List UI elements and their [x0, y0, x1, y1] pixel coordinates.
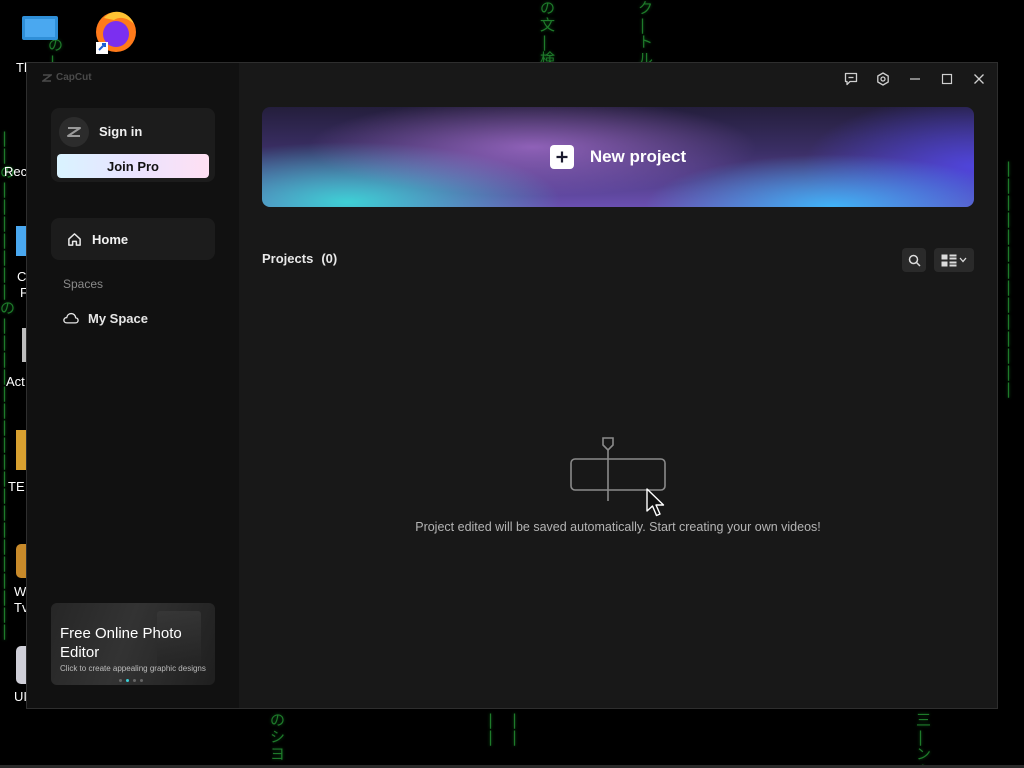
projects-label: Projects — [262, 251, 314, 266]
join-pro-button[interactable]: Join Pro — [57, 154, 209, 178]
grid-view-icon — [941, 254, 957, 266]
desktop-shortcut-icon[interactable] — [16, 646, 26, 684]
matrix-rain: の シ ヨ — [270, 711, 286, 763]
mouse-cursor-icon — [646, 488, 665, 517]
spaces-heading: Spaces — [63, 277, 104, 291]
desktop-shortcut-icon[interactable] — [16, 544, 26, 578]
matrix-rain: 三 | ン ム — [916, 711, 932, 768]
search-button[interactable] — [902, 248, 926, 272]
desktop-shortcut-icon[interactable] — [16, 430, 26, 470]
matrix-rain: の 文 | 検 — [540, 0, 556, 68]
this-pc-icon[interactable] — [10, 14, 70, 44]
matrix-rain: ク | ト ル — [638, 0, 654, 68]
maximize-icon — [941, 73, 953, 85]
firefox-icon[interactable] — [86, 4, 146, 56]
carousel-dot[interactable] — [119, 679, 122, 682]
sidebar: CapCut Sign in Join Pro Home Spaces My S… — [27, 63, 239, 708]
avatar[interactable] — [59, 117, 89, 147]
projects-count: (0) — [321, 251, 338, 266]
desktop-label: W — [14, 584, 27, 599]
promo-card-photo-editor[interactable]: Free Online Photo Editor Click to create… — [51, 603, 215, 685]
view-mode-dropdown[interactable] — [934, 248, 974, 272]
sidebar-item-label: Home — [92, 231, 129, 247]
carousel-dot[interactable] — [140, 679, 143, 682]
capcut-window: CapCut Sign in Join Pro Home Spaces My S… — [26, 62, 998, 709]
chevron-down-icon — [959, 257, 967, 263]
close-button[interactable] — [969, 69, 989, 89]
feedback-icon — [844, 72, 858, 86]
settings-icon — [877, 72, 889, 86]
app-logo-text: CapCut — [56, 72, 92, 83]
sign-in-link[interactable]: Sign in — [99, 124, 142, 139]
desktop-label: Act — [6, 374, 25, 389]
settings-button[interactable] — [873, 69, 893, 89]
sidebar-item-my-space[interactable]: My Space — [63, 307, 213, 329]
plus-icon — [549, 145, 574, 169]
capcut-logo-icon — [42, 73, 52, 82]
carousel-dot[interactable] — [126, 679, 129, 682]
feedback-button[interactable] — [841, 69, 861, 89]
new-project-label: New project — [589, 147, 687, 166]
matrix-rain: | | — [510, 711, 520, 746]
close-icon — [974, 74, 984, 84]
projects-heading: Projects (0) — [262, 251, 337, 266]
carousel-dot[interactable] — [133, 679, 136, 682]
desktop-shortcut-icon[interactable] — [16, 226, 26, 256]
carousel-dots — [119, 679, 143, 682]
minimize-icon — [910, 78, 920, 80]
desktop-label: C — [17, 269, 27, 284]
desktop-label: Rec — [4, 164, 28, 179]
desktop-label: TE — [8, 479, 25, 494]
matrix-rain: | | | | | | | | | | | | | | — [1004, 159, 1014, 398]
sidebar-item-label: My Space — [88, 310, 148, 326]
sidebar-item-home[interactable]: Home — [51, 218, 215, 260]
new-project-button[interactable]: New project — [262, 107, 974, 207]
matrix-rain: | | — [486, 711, 496, 746]
promo-subtitle: Click to create appealing graphic design… — [60, 664, 206, 673]
cloud-icon — [63, 312, 79, 324]
empty-state-message: Project edited will be saved automatical… — [415, 520, 821, 534]
maximize-button[interactable] — [937, 69, 957, 89]
app-logo: CapCut — [42, 72, 92, 83]
capcut-avatar-icon — [67, 127, 81, 137]
minimize-button[interactable] — [905, 69, 925, 89]
search-icon — [908, 254, 921, 267]
account-card: Sign in Join Pro — [51, 108, 215, 182]
main-panel: New project Projects (0) Project edited … — [239, 63, 997, 708]
title-bar-controls — [841, 69, 989, 89]
home-icon — [68, 232, 81, 246]
promo-title: Free Online Photo Editor — [60, 625, 182, 661]
